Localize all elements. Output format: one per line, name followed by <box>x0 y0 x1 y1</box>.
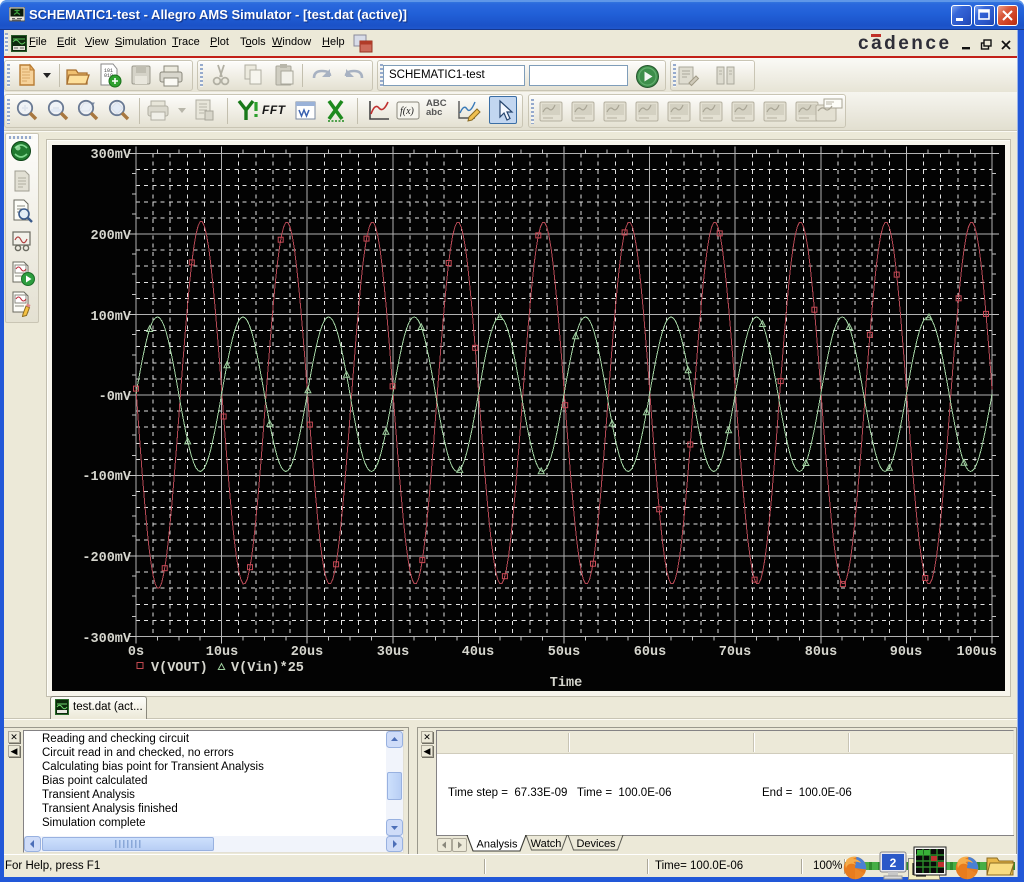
svg-text:90us: 90us <box>890 645 922 660</box>
svg-text:200mV: 200mV <box>90 229 131 244</box>
svg-text:-200mV: -200mV <box>82 551 132 566</box>
svg-text:10us: 10us <box>206 645 238 660</box>
svg-text:-0mV: -0mV <box>99 390 132 405</box>
svg-text:70us: 70us <box>719 645 751 660</box>
svg-text:-100mV: -100mV <box>82 470 132 485</box>
svg-text:50us: 50us <box>548 645 580 660</box>
svg-text:40us: 40us <box>462 645 494 660</box>
svg-text:-300mV: -300mV <box>82 632 132 647</box>
svg-text:f(x): f(x) <box>400 106 415 117</box>
svg-text:30us: 30us <box>377 645 409 660</box>
svg-text:Devices: Devices <box>576 838 616 850</box>
svg-text:Time: Time <box>550 676 582 691</box>
svg-text:60us: 60us <box>634 645 666 660</box>
svg-text:0s: 0s <box>128 645 144 660</box>
svg-text:100mV: 100mV <box>90 310 131 325</box>
svg-text:2: 2 <box>890 856 897 870</box>
svg-text:80us: 80us <box>805 645 837 660</box>
svg-text:Watch: Watch <box>531 838 562 850</box>
svg-text:Analysis: Analysis <box>477 839 518 851</box>
svg-text:100us: 100us <box>956 645 997 660</box>
svg-text:300mV: 300mV <box>90 148 131 163</box>
svg-text:V(VOUT): V(VOUT) <box>151 661 208 676</box>
svg-text:20us: 20us <box>291 645 323 660</box>
svg-text:V(Vin)*25: V(Vin)*25 <box>231 661 304 676</box>
